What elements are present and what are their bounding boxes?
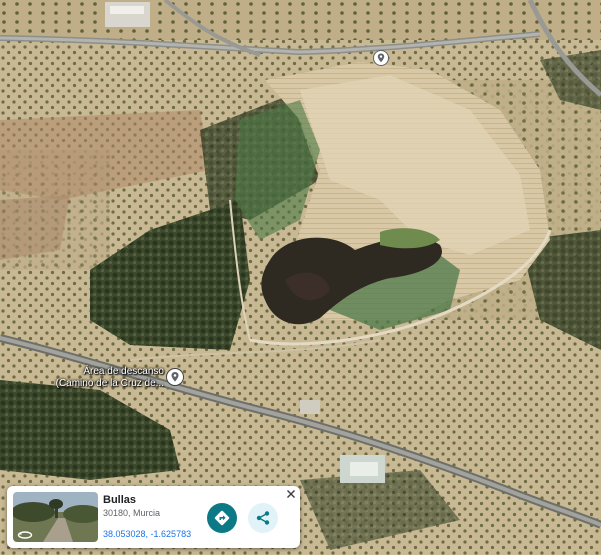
satellite-imagery (0, 0, 601, 555)
place-address: 30180, Murcia (103, 508, 161, 518)
place-name: Bullas (103, 494, 137, 506)
street-view-thumbnail[interactable] (13, 492, 98, 542)
poi-label[interactable]: Área de descanso (Camino de la Cruz de..… (42, 366, 164, 390)
place-info-card[interactable]: Bullas 30180, Murcia 38.053028, -1.62578… (7, 486, 300, 548)
map-pin-icon[interactable] (372, 49, 390, 67)
poi-label-line2: (Camino de la Cruz de... (55, 378, 164, 389)
share-button[interactable] (248, 503, 278, 533)
share-icon (256, 511, 270, 525)
rotate-360-icon (17, 531, 33, 539)
close-icon (287, 490, 295, 498)
directions-icon (214, 510, 230, 526)
directions-button[interactable] (207, 503, 237, 533)
close-button[interactable] (284, 487, 298, 501)
place-coordinates[interactable]: 38.053028, -1.625783 (103, 529, 191, 539)
poi-label-line1: Área de descanso (83, 366, 164, 377)
map-pin-icon[interactable] (165, 367, 185, 387)
satellite-map[interactable]: Área de descanso (Camino de la Cruz de..… (0, 0, 601, 555)
